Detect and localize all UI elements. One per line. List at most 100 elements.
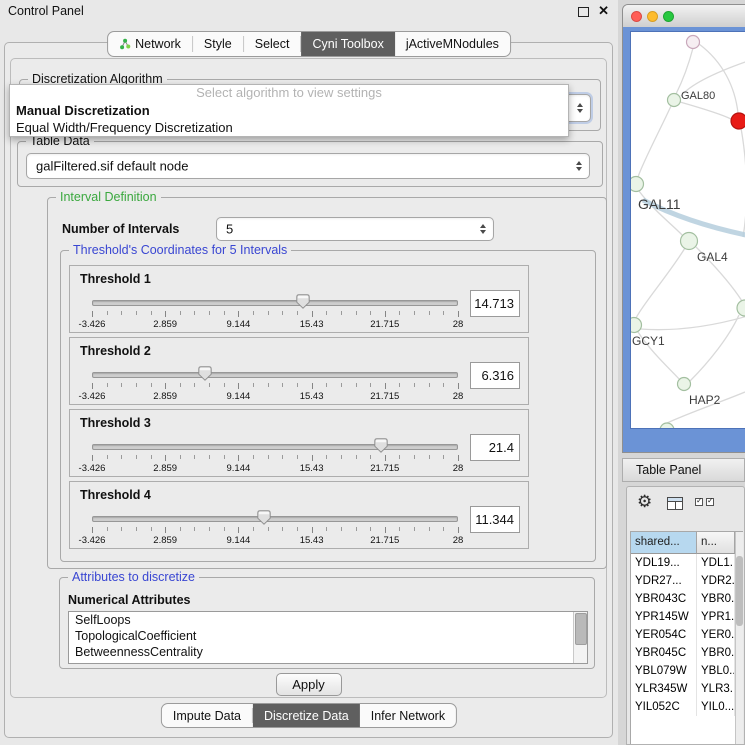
zoom-traffic-light[interactable]	[663, 11, 674, 22]
numerical-attributes-list[interactable]: SelfLoopsTopologicalCoefficientBetweenne…	[68, 611, 588, 664]
list-scrollbar-thumb[interactable]	[575, 613, 587, 645]
slider-track[interactable]	[92, 516, 458, 522]
tab-impute-data[interactable]: Impute Data	[162, 704, 252, 727]
slider-tick	[107, 527, 108, 531]
tab-select[interactable]: Select	[244, 32, 301, 56]
slider-thumb[interactable]	[198, 366, 212, 381]
table-cell: YER0...	[697, 626, 735, 644]
table-cell: YBL0...	[697, 662, 735, 680]
slider-tick	[312, 455, 313, 461]
number-of-intervals-combobox[interactable]: 5	[216, 217, 494, 241]
columns-icon[interactable]	[667, 497, 683, 510]
minimize-traffic-light[interactable]	[647, 11, 658, 22]
network-node[interactable]	[678, 378, 691, 391]
table-cell: YBL079W	[631, 662, 697, 680]
table-scrollbar[interactable]	[735, 532, 743, 744]
dropdown-option-manual-discretization[interactable]: Manual Discretization	[10, 102, 568, 119]
slider-scale: -3.4262.8599.14415.4321.71528	[92, 535, 458, 546]
network-node[interactable]	[660, 423, 674, 429]
threshold-value-field[interactable]: 11.344	[470, 506, 520, 533]
network-node[interactable]	[737, 300, 745, 316]
table-cell: YDL19...	[631, 554, 697, 572]
network-node-red[interactable]	[731, 113, 745, 129]
table-row[interactable]: YBL079WYBL0...	[631, 662, 735, 680]
table-panel-window: ⚙ shared... n... YDL19...YDL1...YDR27...…	[626, 486, 745, 745]
slider-tick	[165, 455, 166, 461]
table-scrollbar-thumb[interactable]	[736, 556, 743, 626]
threshold-value-field[interactable]: 21.4	[470, 434, 520, 461]
column-header-name[interactable]: n...	[697, 532, 735, 554]
network-node[interactable]	[631, 177, 644, 192]
tab-style[interactable]: Style	[193, 32, 243, 56]
combobox-value: galFiltered.sif default node	[36, 159, 188, 174]
threshold-value-field[interactable]: 14.713	[470, 290, 520, 317]
attribute-item[interactable]: BetweennessCentrality	[69, 644, 587, 660]
network-node[interactable]	[668, 94, 681, 107]
slider-thumb[interactable]	[374, 438, 388, 453]
network-view-frame: GAL80GAL11GAL4GCY1HAP2	[623, 27, 745, 452]
number-of-intervals-label: Number of Intervals	[62, 222, 179, 236]
table-data-combobox[interactable]: galFiltered.sif default node	[26, 153, 590, 179]
list-scrollbar[interactable]	[573, 612, 587, 663]
threshold-slider[interactable]: -3.4262.8599.14415.4321.71528	[92, 508, 458, 548]
float-window-icon[interactable]	[578, 7, 589, 17]
slider-tick	[180, 383, 181, 387]
attribute-item[interactable]: TopologicalCoefficient	[69, 628, 587, 644]
tab-cyni-toolbox[interactable]: Cyni Toolbox	[301, 32, 394, 56]
table-row[interactable]: YLR345WYLR3...	[631, 680, 735, 698]
tab-infer-network[interactable]: Infer Network	[360, 704, 456, 727]
tab-discretize-data[interactable]: Discretize Data	[253, 704, 360, 727]
slider-tick	[209, 527, 210, 531]
network-node[interactable]	[687, 36, 700, 49]
table-row[interactable]: YIL052CYIL0...	[631, 698, 735, 716]
network-canvas[interactable]: GAL80GAL11GAL4GCY1HAP2	[630, 31, 745, 429]
slider-scale-label: 21.715	[370, 463, 399, 474]
slider-thumb[interactable]	[257, 510, 271, 525]
slider-tick	[121, 527, 122, 531]
select-columns-icon[interactable]	[695, 498, 714, 506]
dropdown-option-equal-width-frequency[interactable]: Equal Width/Frequency Discretization	[10, 119, 568, 136]
slider-tick	[443, 455, 444, 459]
threshold-value-field[interactable]: 6.316	[470, 362, 520, 389]
column-header-shared-name[interactable]: shared...	[631, 532, 697, 554]
checkbox-icon	[695, 498, 703, 506]
threshold-slider[interactable]: -3.4262.8599.14415.4321.71528	[92, 364, 458, 404]
slider-scale-label: 28	[453, 535, 464, 546]
slider-tick	[151, 455, 152, 459]
slider-tick	[458, 311, 459, 317]
table-row[interactable]: YDL19...YDL1...	[631, 554, 735, 572]
slider-track[interactable]	[92, 300, 458, 306]
slider-track[interactable]	[92, 444, 458, 450]
tab-jactivemnodules[interactable]: jActiveMNodules	[395, 32, 510, 56]
table-row[interactable]: YBR045CYBR0...	[631, 644, 735, 662]
interval-definition-group: Interval Definition Number of Intervals …	[47, 197, 607, 569]
close-traffic-light[interactable]	[631, 11, 642, 22]
attribute-item[interactable]: SelfLoops	[69, 612, 587, 628]
slider-tick	[341, 455, 342, 459]
threshold-slider[interactable]: -3.4262.8599.14415.4321.71528	[92, 436, 458, 476]
table-cell: YIL0...	[697, 698, 735, 716]
slider-tick	[399, 311, 400, 315]
network-node[interactable]	[681, 233, 698, 250]
slider-tick	[356, 527, 357, 531]
tab-network[interactable]: Network	[108, 32, 192, 56]
table-row[interactable]: YDR27...YDR2...	[631, 572, 735, 590]
table-row[interactable]: YBR043CYBR0...	[631, 590, 735, 608]
slider-tick	[370, 527, 371, 531]
slider-ticks	[92, 311, 458, 318]
threshold-slider[interactable]: -3.4262.8599.14415.4321.71528	[92, 292, 458, 332]
network-node[interactable]	[631, 318, 642, 333]
slider-scale: -3.4262.8599.14415.4321.71528	[92, 319, 458, 330]
table-panel-header[interactable]: Table Panel	[622, 458, 745, 482]
table-row[interactable]: YER054CYER0...	[631, 626, 735, 644]
slider-track[interactable]	[92, 372, 458, 378]
gear-icon[interactable]: ⚙	[637, 492, 652, 512]
close-icon[interactable]: ✕	[598, 3, 609, 19]
slider-tick	[209, 383, 210, 387]
slider-tick	[209, 311, 210, 315]
apply-button[interactable]: Apply	[276, 673, 342, 696]
slider-tick	[107, 455, 108, 459]
slider-thumb[interactable]	[296, 294, 310, 309]
slider-tick	[121, 311, 122, 315]
table-row[interactable]: YPR145WYPR1...	[631, 608, 735, 626]
